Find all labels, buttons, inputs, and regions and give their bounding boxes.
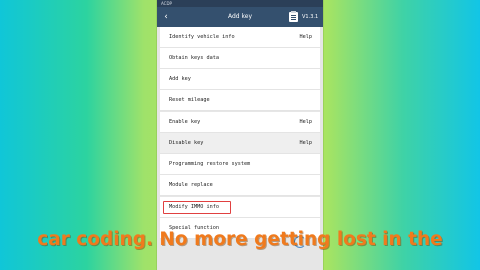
list-item-enable-key[interactable]: Enable key Help [160,112,320,133]
list-item-identify-vehicle-info[interactable]: Identify vehicle info Help [160,27,320,48]
help-link[interactable]: Help [300,27,313,47]
list-item-obtain-keys-data[interactable]: Obtain keys data [160,48,320,69]
list-item-label: Identify vehicle info [169,34,235,40]
title-bar: ‹ Add key V1.3.1 [157,7,323,27]
list-item-programming-restore-system[interactable]: Programming restore system [160,154,320,175]
list-item-label: Programming restore system [169,161,251,167]
video-subtitle: car coding. No more getting lost in the [37,229,443,250]
list-item-label: Reset mileage [169,97,210,103]
version-label: V1.3.1 [302,14,319,20]
list-item-label: Module replace [169,182,213,188]
status-bar: ACDP [157,0,323,7]
help-link[interactable]: Help [300,133,313,153]
list-item-label: Disable key [169,140,204,146]
list-item-disable-key[interactable]: Disable key Help [160,133,320,154]
list-item-modify-immo-info[interactable]: Modify IMMO info [160,197,320,218]
list-item-reset-mileage[interactable]: Reset mileage [160,90,320,111]
clipboard-icon[interactable] [289,11,298,22]
status-app-name: ACDP [161,1,172,6]
page-title: Add key [227,13,253,20]
list-item-label: Modify IMMO info [169,204,219,210]
list-item-label: Enable key [169,119,201,125]
list-item-label: Obtain keys data [169,55,219,61]
help-link[interactable]: Help [300,112,313,132]
list-item-add-key[interactable]: Add key [160,69,320,90]
list-item-label: Add key [169,76,191,82]
list-item-module-replace[interactable]: Module replace [160,175,320,196]
